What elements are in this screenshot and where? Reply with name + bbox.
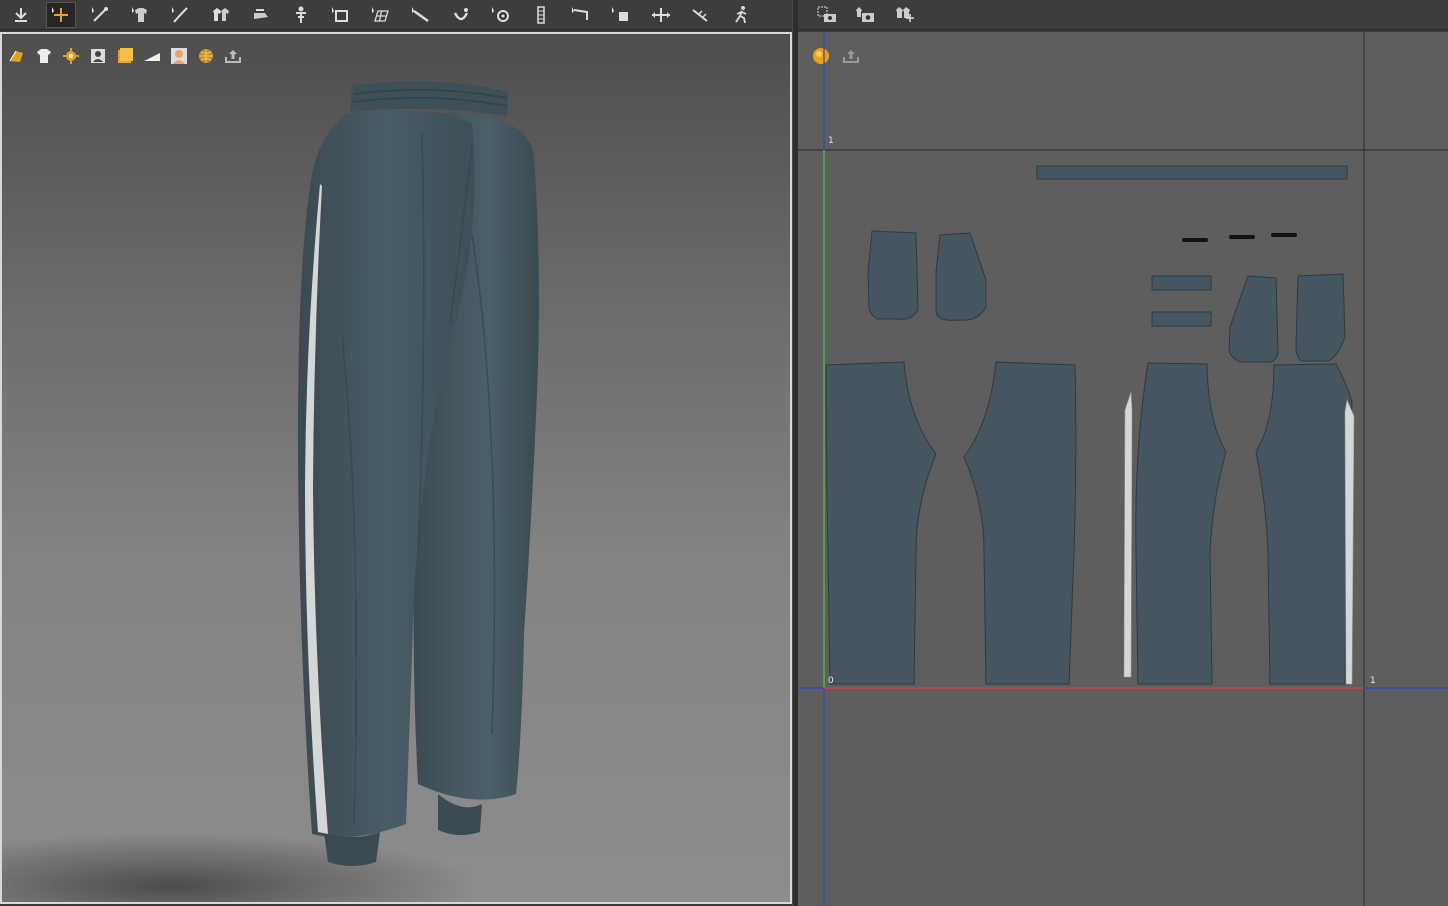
select-icon[interactable]	[606, 2, 636, 28]
arrange-icon[interactable]	[206, 2, 236, 28]
pattern-stripe-1	[1123, 391, 1133, 678]
pattern-front-left	[825, 361, 937, 685]
edit-pattern-icon[interactable]	[86, 2, 116, 28]
snapshot-icon[interactable]	[812, 2, 842, 28]
pattern-back-right	[1255, 363, 1353, 685]
measure-icon[interactable]	[406, 2, 436, 28]
select-move-icon[interactable]	[46, 2, 76, 28]
simulate-icon[interactable]	[6, 2, 36, 28]
pattern-waistband	[1036, 165, 1348, 180]
axis-label-origin: 0	[828, 676, 834, 686]
pattern-tab-3	[1271, 233, 1297, 237]
grid-icon[interactable]	[890, 2, 920, 28]
pattern-pocket-3	[1228, 275, 1279, 363]
edit-curvature-icon[interactable]	[166, 2, 196, 28]
axis-label-top: 1	[828, 136, 834, 146]
fabric-icon[interactable]	[486, 2, 516, 28]
trim-icon[interactable]	[566, 2, 596, 28]
pin-icon[interactable]	[286, 2, 316, 28]
toolbar-2d	[798, 0, 1448, 30]
snapshot-3d-icon[interactable]	[850, 2, 880, 28]
fold-arrangement-icon[interactable]	[126, 2, 156, 28]
pattern-front-right	[1135, 362, 1227, 685]
pattern-tab-2	[1229, 235, 1255, 239]
pants-3d-render	[298, 81, 539, 866]
axis-label-right: 1	[1370, 676, 1376, 686]
pattern-pocket-1	[867, 230, 919, 320]
zipper-icon[interactable]	[526, 2, 556, 28]
pattern-belt-loop-2	[1151, 311, 1212, 327]
crease-icon[interactable]	[686, 2, 716, 28]
viewport-2d-uv[interactable]: 1 0 1	[798, 32, 1448, 906]
mesh-icon[interactable]	[366, 2, 396, 28]
pattern-pocket-2	[935, 232, 987, 321]
pattern-stripe-2	[1344, 398, 1355, 685]
transform-icon[interactable]	[326, 2, 356, 28]
viewport-3d[interactable]	[0, 32, 792, 904]
app-window: 1 0 1	[0, 0, 1448, 906]
pattern-back-left	[963, 361, 1077, 685]
tack-icon[interactable]	[246, 2, 276, 28]
toolbar-3d	[0, 0, 792, 30]
pattern-belt-loop-1	[1151, 275, 1212, 291]
uv-layout	[798, 32, 1448, 906]
pattern-pocket-4	[1295, 273, 1346, 362]
pose-icon[interactable]	[726, 2, 756, 28]
stretch-icon[interactable]	[646, 2, 676, 28]
pattern-tab-1	[1182, 238, 1208, 242]
avatar-pin-icon[interactable]	[446, 2, 476, 28]
